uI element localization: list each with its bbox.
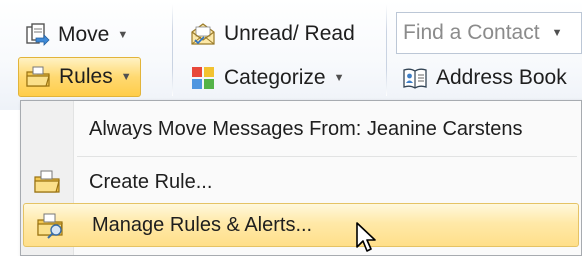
- categorize-icon: [190, 65, 216, 91]
- address-book-label: Address Book: [436, 66, 567, 89]
- menu-item-manage-rules-alerts[interactable]: Manage Rules & Alerts...: [23, 203, 579, 247]
- menu-item-always-move-messages[interactable]: Always Move Messages From: Jeanine Carst…: [21, 105, 581, 153]
- move-icon: [24, 22, 50, 48]
- rules-dropdown-menu: Always Move Messages From: Jeanine Carst…: [20, 100, 582, 256]
- menu-item-label: Manage Rules & Alerts...: [92, 213, 313, 236]
- unread-read-button[interactable]: Unread/ Read: [190, 18, 355, 50]
- manage-rules-icon: [24, 211, 76, 239]
- menu-separator: [77, 156, 577, 157]
- mouse-pointer-icon: [356, 222, 376, 252]
- categorize-label: Categorize: [224, 66, 326, 89]
- move-label: Move: [58, 23, 110, 46]
- move-button[interactable]: Move ▼: [24, 20, 128, 50]
- rules-button[interactable]: Rules ▼: [18, 57, 141, 97]
- categorize-button[interactable]: Categorize ▼: [190, 62, 344, 94]
- menu-item-label: Create Rule...: [89, 170, 213, 193]
- rules-icon: [25, 64, 51, 90]
- chevron-down-icon[interactable]: ▼: [552, 27, 563, 39]
- menu-item-create-rule[interactable]: Create Rule...: [21, 158, 581, 206]
- rules-label: Rules: [59, 65, 113, 88]
- find-contact-placeholder: Find a Contact: [403, 21, 540, 44]
- ribbon: Move ▼ Rules ▼ Unread/ Read Categorize ▼…: [0, 0, 582, 110]
- address-book-button[interactable]: Address Book: [402, 62, 567, 94]
- group-separator: [172, 4, 173, 96]
- create-rule-icon: [21, 168, 73, 196]
- find-contact-input[interactable]: Find a Contact ▼: [396, 12, 582, 54]
- group-separator: [386, 4, 387, 96]
- unread-read-icon: [190, 21, 216, 47]
- address-book-icon: [402, 65, 428, 91]
- chevron-down-icon: ▼: [117, 29, 129, 41]
- menu-item-label: Always Move Messages From: Jeanine Carst…: [89, 117, 523, 140]
- unread-read-label: Unread/ Read: [224, 22, 355, 45]
- chevron-down-icon: ▼: [333, 72, 345, 84]
- chevron-down-icon: ▼: [120, 71, 132, 83]
